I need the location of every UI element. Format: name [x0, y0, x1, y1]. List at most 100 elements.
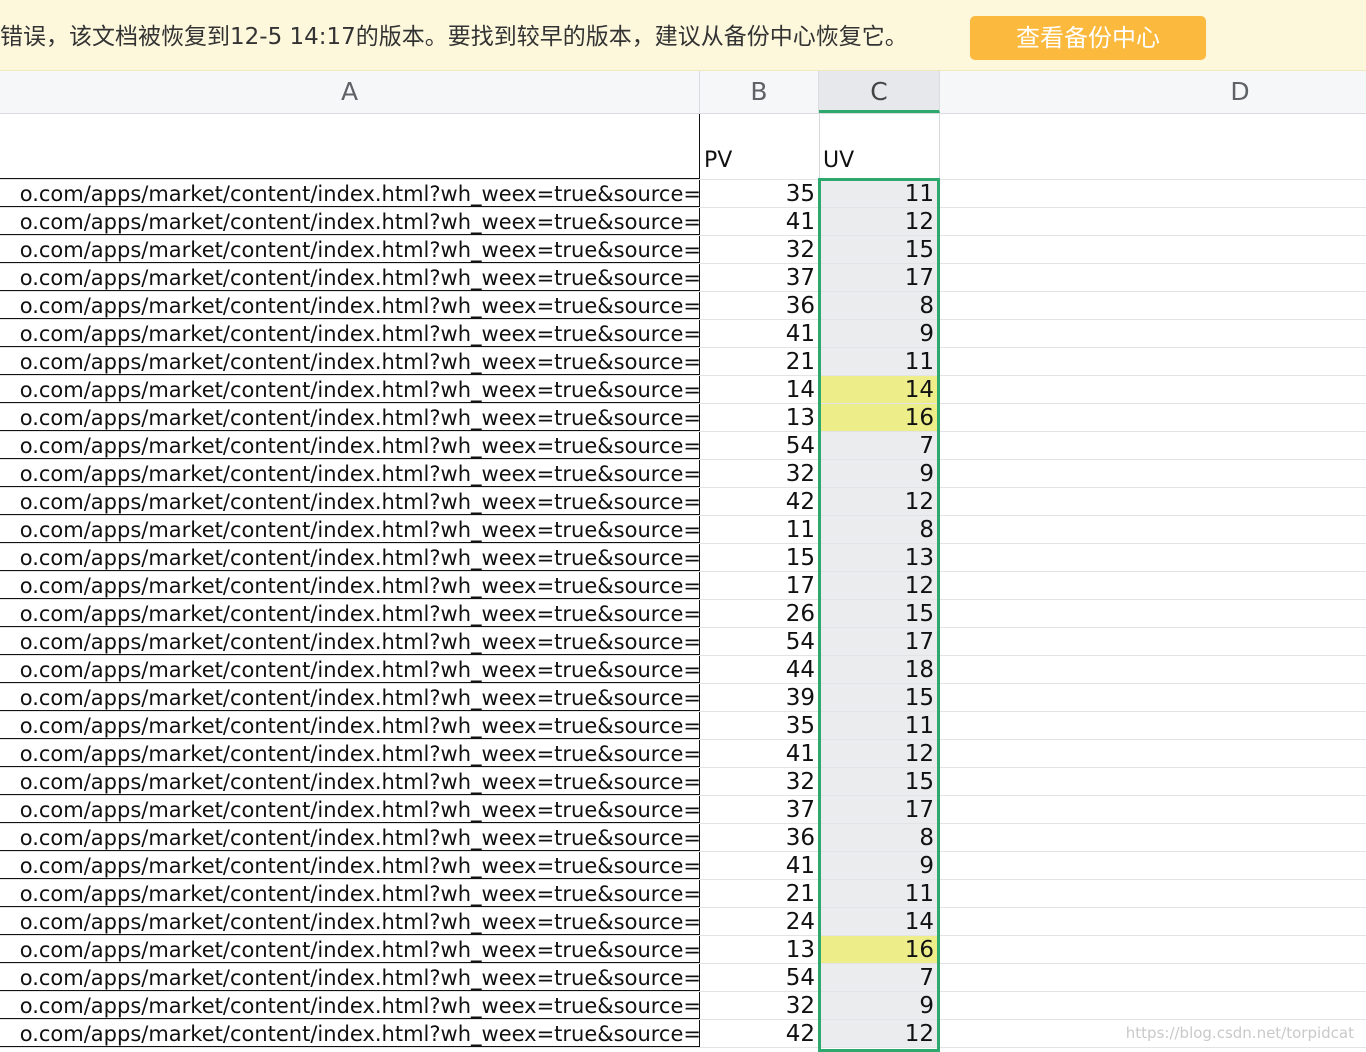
cell-url[interactable]: o.com/apps/market/content/index.html?wh_… — [0, 180, 700, 207]
cell-url[interactable]: o.com/apps/market/content/index.html?wh_… — [0, 992, 700, 1019]
cell-pv[interactable]: 32 — [700, 236, 819, 263]
cell-url[interactable]: o.com/apps/market/content/index.html?wh_… — [0, 880, 700, 907]
cell-pv[interactable]: 37 — [700, 796, 819, 823]
cell-pv[interactable]: 41 — [700, 320, 819, 347]
cell-url[interactable]: o.com/apps/market/content/index.html?wh_… — [0, 292, 700, 319]
cell-url[interactable]: o.com/apps/market/content/index.html?wh_… — [0, 824, 700, 851]
sheet-grid[interactable]: PV UV o.com/apps/market/content/index.ht… — [0, 114, 1366, 1052]
cell-url[interactable]: o.com/apps/market/content/index.html?wh_… — [0, 432, 700, 459]
cell-pv[interactable]: 41 — [700, 740, 819, 767]
cell-b-header[interactable]: PV — [700, 114, 819, 179]
cell-url[interactable]: o.com/apps/market/content/index.html?wh_… — [0, 264, 700, 291]
cell-pv[interactable]: 37 — [700, 264, 819, 291]
cell-a-header[interactable] — [0, 114, 700, 179]
column-header-a[interactable]: A — [0, 71, 700, 113]
cell-url[interactable]: o.com/apps/market/content/index.html?wh_… — [0, 712, 700, 739]
cell-uv[interactable]: 15 — [819, 236, 940, 263]
cell-pv[interactable]: 44 — [700, 656, 819, 683]
cell-url[interactable]: o.com/apps/market/content/index.html?wh_… — [0, 460, 700, 487]
column-header-b[interactable]: B — [700, 71, 819, 113]
cell-pv[interactable]: 35 — [700, 180, 819, 207]
cell-pv[interactable]: 21 — [700, 880, 819, 907]
cell-pv[interactable]: 54 — [700, 628, 819, 655]
cell-url[interactable]: o.com/apps/market/content/index.html?wh_… — [0, 740, 700, 767]
cell-url[interactable]: o.com/apps/market/content/index.html?wh_… — [0, 1020, 700, 1047]
cell-pv[interactable]: 21 — [700, 348, 819, 375]
cell-url[interactable]: o.com/apps/market/content/index.html?wh_… — [0, 544, 700, 571]
cell-pv[interactable]: 41 — [700, 852, 819, 879]
cell-uv[interactable]: 11 — [819, 712, 940, 739]
cell-uv[interactable]: 12 — [819, 1020, 940, 1047]
cell-url[interactable]: o.com/apps/market/content/index.html?wh_… — [0, 964, 700, 991]
cell-pv[interactable]: 42 — [700, 1020, 819, 1047]
cell-uv[interactable]: 15 — [819, 768, 940, 795]
cell-url[interactable]: o.com/apps/market/content/index.html?wh_… — [0, 796, 700, 823]
cell-url[interactable]: o.com/apps/market/content/index.html?wh_… — [0, 656, 700, 683]
cell-uv[interactable]: 17 — [819, 264, 940, 291]
cell-url[interactable]: o.com/apps/market/content/index.html?wh_… — [0, 852, 700, 879]
cell-uv[interactable]: 13 — [819, 544, 940, 571]
cell-pv[interactable]: 41 — [700, 208, 819, 235]
column-header-c[interactable]: C — [819, 71, 940, 113]
cell-pv[interactable]: 36 — [700, 292, 819, 319]
cell-uv[interactable]: 9 — [819, 320, 940, 347]
cell-pv[interactable]: 14 — [700, 376, 819, 403]
cell-url[interactable]: o.com/apps/market/content/index.html?wh_… — [0, 516, 700, 543]
cell-pv[interactable]: 11 — [700, 516, 819, 543]
cell-url[interactable]: o.com/apps/market/content/index.html?wh_… — [0, 572, 700, 599]
cell-pv[interactable]: 15 — [700, 544, 819, 571]
cell-pv[interactable]: 32 — [700, 992, 819, 1019]
cell-url[interactable]: o.com/apps/market/content/index.html?wh_… — [0, 404, 700, 431]
cell-uv[interactable]: 7 — [819, 432, 940, 459]
cell-uv[interactable]: 11 — [819, 348, 940, 375]
cell-url[interactable]: o.com/apps/market/content/index.html?wh_… — [0, 936, 700, 963]
cell-pv[interactable]: 32 — [700, 460, 819, 487]
cell-uv[interactable]: 14 — [819, 908, 940, 935]
cell-url[interactable]: o.com/apps/market/content/index.html?wh_… — [0, 684, 700, 711]
cell-uv[interactable]: 8 — [819, 292, 940, 319]
cell-uv[interactable]: 12 — [819, 208, 940, 235]
cell-uv[interactable]: 16 — [819, 404, 940, 431]
cell-uv[interactable]: 15 — [819, 684, 940, 711]
cell-uv[interactable]: 15 — [819, 600, 940, 627]
cell-pv[interactable]: 35 — [700, 712, 819, 739]
cell-uv[interactable]: 9 — [819, 992, 940, 1019]
cell-url[interactable]: o.com/apps/market/content/index.html?wh_… — [0, 320, 700, 347]
cell-uv[interactable]: 9 — [819, 460, 940, 487]
cell-pv[interactable]: 26 — [700, 600, 819, 627]
cell-pv[interactable]: 13 — [700, 936, 819, 963]
cell-uv[interactable]: 12 — [819, 572, 940, 599]
cell-uv[interactable]: 16 — [819, 936, 940, 963]
cell-url[interactable]: o.com/apps/market/content/index.html?wh_… — [0, 208, 700, 235]
cell-uv[interactable]: 17 — [819, 796, 940, 823]
cell-uv[interactable]: 8 — [819, 824, 940, 851]
cell-url[interactable]: o.com/apps/market/content/index.html?wh_… — [0, 628, 700, 655]
cell-c-header[interactable]: UV — [819, 114, 940, 179]
cell-url[interactable]: o.com/apps/market/content/index.html?wh_… — [0, 600, 700, 627]
cell-uv[interactable]: 14 — [819, 376, 940, 403]
cell-url[interactable]: o.com/apps/market/content/index.html?wh_… — [0, 348, 700, 375]
cell-uv[interactable]: 18 — [819, 656, 940, 683]
cell-uv[interactable]: 12 — [819, 740, 940, 767]
cell-url[interactable]: o.com/apps/market/content/index.html?wh_… — [0, 768, 700, 795]
cell-pv[interactable]: 42 — [700, 488, 819, 515]
cell-uv[interactable]: 8 — [819, 516, 940, 543]
cell-uv[interactable]: 17 — [819, 628, 940, 655]
column-header-d[interactable]: D — [940, 71, 1366, 113]
cell-pv[interactable]: 39 — [700, 684, 819, 711]
cell-uv[interactable]: 11 — [819, 180, 940, 207]
cell-url[interactable]: o.com/apps/market/content/index.html?wh_… — [0, 376, 700, 403]
cell-pv[interactable]: 24 — [700, 908, 819, 935]
cell-pv[interactable]: 17 — [700, 572, 819, 599]
cell-url[interactable]: o.com/apps/market/content/index.html?wh_… — [0, 488, 700, 515]
view-backup-center-button[interactable]: 查看备份中心 — [970, 16, 1206, 60]
cell-pv[interactable]: 32 — [700, 768, 819, 795]
cell-pv[interactable]: 54 — [700, 432, 819, 459]
cell-uv[interactable]: 12 — [819, 488, 940, 515]
cell-uv[interactable]: 11 — [819, 880, 940, 907]
cell-url[interactable]: o.com/apps/market/content/index.html?wh_… — [0, 908, 700, 935]
cell-uv[interactable]: 7 — [819, 964, 940, 991]
cell-pv[interactable]: 36 — [700, 824, 819, 851]
cell-pv[interactable]: 54 — [700, 964, 819, 991]
cell-uv[interactable]: 9 — [819, 852, 940, 879]
